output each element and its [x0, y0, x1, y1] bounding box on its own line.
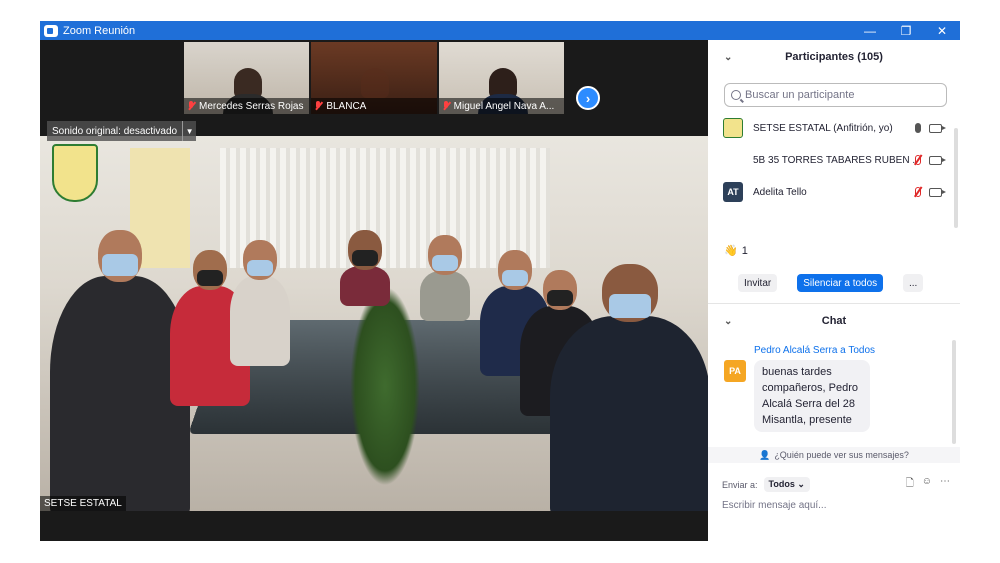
microphone-muted-icon[interactable]: [915, 155, 921, 165]
participant-avatar-logo: [723, 118, 743, 138]
thumbnail-strip: Mercedes Serras Rojas BLANCA Miguel Ange…: [184, 42, 564, 114]
participant-name: SETSE ESTATAL (Anfitrión, yo): [753, 122, 893, 134]
thumbnail-namebar: Miguel Angel Nava A...: [438, 98, 564, 114]
zoom-app-icon: [44, 24, 58, 37]
participant-avatar: [723, 150, 743, 170]
send-to-dropdown[interactable]: Todos ⌄: [763, 477, 810, 492]
thumbnail-name: Miguel Angel Nava A...: [453, 100, 555, 112]
send-to-row: Enviar a: Todos ⌄ 🗋 ☺ ⋯: [722, 476, 950, 493]
video-thumbnail[interactable]: BLANCA: [311, 42, 437, 114]
thumbnail-namebar: Mercedes Serras Rojas: [184, 98, 310, 114]
participant-search-input[interactable]: Buscar un participante: [724, 83, 947, 107]
microphone-muted-icon[interactable]: [915, 187, 921, 197]
camera-icon[interactable]: [929, 123, 946, 133]
raised-hand-icon: 👋: [724, 245, 738, 257]
camera-icon[interactable]: [929, 155, 946, 165]
search-icon: [731, 90, 741, 100]
zoom-window: Zoom Reunión — ❐ ✕ Mercedes Serras Rojas…: [40, 21, 960, 541]
emoji-icon[interactable]: ☺: [922, 476, 932, 493]
reaction-count: 1: [741, 244, 748, 257]
video-thumbnail[interactable]: Mercedes Serras Rojas: [184, 42, 310, 114]
more-options-button[interactable]: ...: [903, 274, 924, 292]
participant-row[interactable]: AT Adelita Tello: [708, 176, 960, 208]
invite-button[interactable]: Invitar: [738, 274, 778, 292]
collapse-chevron-icon[interactable]: ⌄: [724, 52, 732, 63]
next-page-arrow-icon[interactable]: ›: [576, 86, 600, 110]
chat-message-bubble: buenas tardes compañeros, Pedro Alcalá S…: [754, 360, 870, 432]
restore-button[interactable]: ❐: [888, 21, 924, 40]
attendee-figure: [550, 264, 708, 511]
chat-title: Chat: [821, 315, 847, 327]
participants-header: ⌄ Participantes (105): [708, 40, 960, 74]
send-to-label: Enviar a:: [722, 479, 758, 490]
speaker-name-label: SETSE ESTATAL: [40, 496, 126, 511]
chat-body: PA buenas tardes compañeros, Pedro Alcal…: [724, 360, 944, 432]
participant-name: Adelita Tello: [753, 186, 807, 198]
attendee-figure: [230, 240, 290, 366]
thumbnail-name: BLANCA: [326, 100, 367, 112]
main-speaker-video: SETSE ESTATAL: [40, 136, 708, 511]
reactions-summary: 👋 1: [724, 244, 748, 258]
close-button[interactable]: ✕: [924, 21, 960, 40]
mic-muted-icon: [442, 101, 450, 111]
attendee-figure: [420, 235, 470, 321]
side-panel: ⌄ Participantes (105) Buscar un particip…: [708, 40, 960, 541]
participant-list: SETSE ESTATAL (Anfitrión, yo) 5B 35 TORR…: [708, 112, 960, 214]
christmas-garland: [350, 286, 420, 486]
chevron-down-icon: ⌄: [797, 479, 805, 489]
title-bar: Zoom Reunión — ❐ ✕: [40, 21, 960, 40]
chat-recipient: a Todos: [840, 345, 876, 356]
mic-muted-icon: [187, 101, 195, 111]
mic-muted-icon: [314, 101, 322, 111]
search-placeholder: Buscar un participante: [745, 89, 855, 101]
original-sound-button[interactable]: Sonido original: desactivado ▼: [47, 121, 197, 141]
chat-scrollbar[interactable]: [952, 340, 956, 444]
participants-title: Participantes (105): [785, 51, 883, 63]
video-area: Mercedes Serras Rojas BLANCA Miguel Ange…: [40, 40, 708, 541]
thumbnail-namebar: BLANCA: [311, 98, 437, 114]
participant-name: 5B 35 TORRES TABARES RUBEN ...: [753, 154, 915, 166]
chat-message-input[interactable]: Escribir mensaje aquí...: [722, 500, 827, 511]
chevron-down-icon[interactable]: ▼: [182, 121, 196, 141]
participant-avatar-initials: AT: [723, 182, 743, 202]
participant-actions: Invitar Silenciar a todos ...: [738, 274, 924, 292]
more-options-icon[interactable]: ⋯: [940, 476, 950, 493]
thumbnail-name: Mercedes Serras Rojas: [199, 100, 304, 112]
message-visibility-text: ¿Quién puede ver sus mensajes?: [774, 450, 909, 460]
chat-header: ⌄ Chat: [708, 304, 960, 338]
original-sound-label: Sonido original: desactivado: [52, 125, 178, 137]
message-visibility-link[interactable]: 👤 ¿Quién puede ver sus mensajes?: [708, 447, 960, 463]
participant-face: [361, 68, 390, 98]
attendee-figure: [50, 230, 190, 511]
camera-icon[interactable]: [929, 187, 946, 197]
chat-sender-avatar: PA: [724, 360, 746, 382]
window-title: Zoom Reunión: [63, 24, 136, 37]
send-to-value: Todos: [768, 479, 795, 489]
participant-row[interactable]: SETSE ESTATAL (Anfitrión, yo): [708, 112, 960, 144]
people-icon: 👤: [759, 449, 771, 460]
attendee-figure: [340, 230, 390, 306]
chat-message: Pedro Alcalá Serra a Todos PA buenas tar…: [724, 345, 944, 432]
video-thumbnail[interactable]: Miguel Angel Nava A...: [438, 42, 564, 114]
file-icon[interactable]: 🗋: [906, 476, 914, 493]
chat-sender-line: Pedro Alcalá Serra a Todos: [754, 345, 944, 356]
chat-sender-name[interactable]: Pedro Alcalá Serra: [754, 345, 837, 356]
microphone-icon[interactable]: [915, 123, 921, 133]
minimize-button[interactable]: —: [852, 21, 888, 40]
participant-row[interactable]: 5B 35 TORRES TABARES RUBEN ...: [708, 144, 960, 176]
participants-scrollbar[interactable]: [954, 128, 958, 228]
mute-all-button[interactable]: Silenciar a todos: [797, 274, 884, 292]
collapse-chevron-icon[interactable]: ⌄: [724, 316, 732, 327]
organization-logo: [52, 144, 98, 202]
